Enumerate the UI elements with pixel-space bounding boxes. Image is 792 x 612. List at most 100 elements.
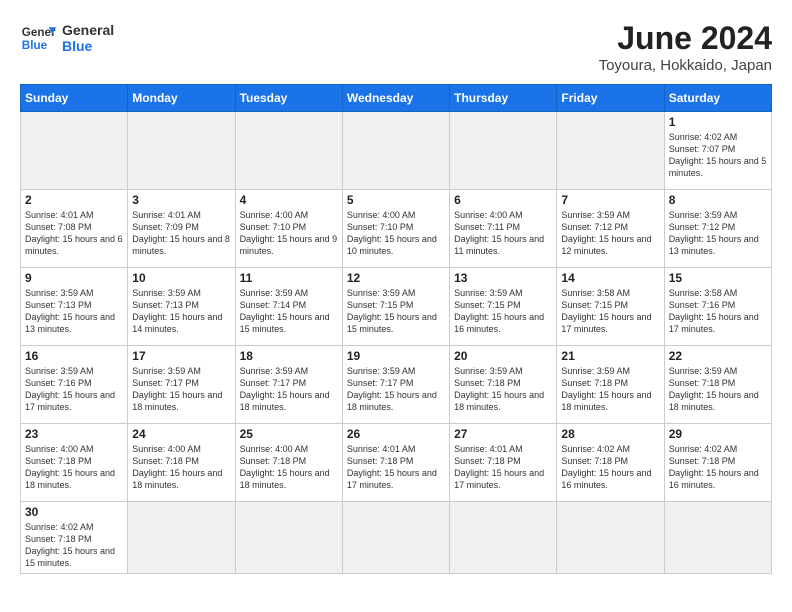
day-info: Sunrise: 4:02 AM Sunset: 7:07 PM Dayligh… (669, 131, 767, 180)
day-number: 1 (669, 115, 767, 129)
title-block: June 2024 Toyoura, Hokkaido, Japan (599, 20, 772, 74)
calendar-day-cell: 22 Sunrise: 3:59 AM Sunset: 7:18 PM Dayli… (664, 346, 771, 424)
calendar-day-cell: 8Sunrise: 3:59 AM Sunset: 7:12 PM Daylig… (664, 190, 771, 268)
calendar-day-cell: 9 Sunrise: 3:59 AM Sunset: 7:13 PM Daylig… (21, 268, 128, 346)
day-number: 27 (454, 427, 552, 441)
day-info: Sunrise: 3:59 AM Sunset: 7:16 PM Dayligh… (25, 365, 123, 414)
day-number: 2 (25, 193, 123, 207)
calendar-day-cell: 17 Sunrise: 3:59 AM Sunset: 7:17 PM Dayli… (128, 346, 235, 424)
calendar-day-cell (128, 112, 235, 190)
day-number: 21 (561, 349, 659, 363)
day-number: 12 (347, 271, 445, 285)
day-info: Sunrise: 4:01 AM Sunset: 7:18 PM Dayligh… (347, 443, 445, 492)
day-info: Sunrise: 4:01 AM Sunset: 7:18 PM Dayligh… (454, 443, 552, 492)
calendar-day-cell: 2 Sunrise: 4:01 AM Sunset: 7:08 PM Daylig… (21, 190, 128, 268)
day-number: 24 (132, 427, 230, 441)
calendar-day-cell: 5 Sunrise: 4:00 AM Sunset: 7:10 PM Daylig… (342, 190, 449, 268)
day-info: Sunrise: 4:00 AM Sunset: 7:10 PM Dayligh… (347, 209, 445, 258)
calendar-day-cell: 15 Sunrise: 3:58 AM Sunset: 7:16 PM Dayli… (664, 268, 771, 346)
calendar-day-cell (342, 502, 449, 574)
calendar-day-cell (557, 502, 664, 574)
calendar-day-cell (557, 112, 664, 190)
day-info: Sunrise: 4:00 AM Sunset: 7:10 PM Dayligh… (240, 209, 338, 258)
calendar-day-cell: 14 Sunrise: 3:58 AM Sunset: 7:15 PM Dayli… (557, 268, 664, 346)
calendar-day-cell: 4 Sunrise: 4:00 AM Sunset: 7:10 PM Daylig… (235, 190, 342, 268)
day-info: Sunrise: 4:02 AM Sunset: 7:18 PM Dayligh… (561, 443, 659, 492)
calendar-title: June 2024 (599, 20, 772, 57)
day-info: Sunrise: 3:59 AM Sunset: 7:17 PM Dayligh… (132, 365, 230, 414)
calendar-day-cell: 7Sunrise: 3:59 AM Sunset: 7:12 PM Daylig… (557, 190, 664, 268)
calendar-day-cell: 24Sunrise: 4:00 AM Sunset: 7:18 PM Dayli… (128, 424, 235, 502)
day-info: Sunrise: 3:59 AM Sunset: 7:13 PM Dayligh… (132, 287, 230, 336)
day-number: 20 (454, 349, 552, 363)
day-number: 19 (347, 349, 445, 363)
calendar-day-cell: 13 Sunrise: 3:59 AM Sunset: 7:15 PM Dayli… (450, 268, 557, 346)
day-info: Sunrise: 3:59 AM Sunset: 7:13 PM Dayligh… (25, 287, 123, 336)
day-info: Sunrise: 3:59 AM Sunset: 7:18 PM Dayligh… (561, 365, 659, 414)
day-number: 25 (240, 427, 338, 441)
calendar-day-cell: 29Sunrise: 4:02 AM Sunset: 7:18 PM Dayli… (664, 424, 771, 502)
calendar-day-cell (21, 112, 128, 190)
calendar-day-cell: 26Sunrise: 4:01 AM Sunset: 7:18 PM Dayli… (342, 424, 449, 502)
day-number: 29 (669, 427, 767, 441)
calendar-week-row: 16Sunrise: 3:59 AM Sunset: 7:16 PM Dayli… (21, 346, 772, 424)
day-number: 18 (240, 349, 338, 363)
day-of-week-header: Tuesday (235, 85, 342, 112)
day-info: Sunrise: 4:01 AM Sunset: 7:08 PM Dayligh… (25, 209, 123, 258)
calendar-day-cell (450, 112, 557, 190)
calendar-day-cell: 27 Sunrise: 4:01 AM Sunset: 7:18 PM Dayli… (450, 424, 557, 502)
calendar-day-cell (450, 502, 557, 574)
day-info: Sunrise: 3:59 AM Sunset: 7:15 PM Dayligh… (454, 287, 552, 336)
day-info: Sunrise: 4:02 AM Sunset: 7:18 PM Dayligh… (25, 521, 123, 570)
calendar-day-cell (664, 502, 771, 574)
day-info: Sunrise: 3:58 AM Sunset: 7:15 PM Dayligh… (561, 287, 659, 336)
day-number: 6 (454, 193, 552, 207)
logo-icon: General Blue (20, 20, 56, 56)
calendar-week-row: 23Sunrise: 4:00 AM Sunset: 7:18 PM Dayli… (21, 424, 772, 502)
day-number: 13 (454, 271, 552, 285)
svg-text:Blue: Blue (22, 39, 48, 52)
day-of-week-header: Monday (128, 85, 235, 112)
day-info: Sunrise: 3:59 AM Sunset: 7:12 PM Dayligh… (561, 209, 659, 258)
day-info: Sunrise: 4:00 AM Sunset: 7:11 PM Dayligh… (454, 209, 552, 258)
day-of-week-header: Sunday (21, 85, 128, 112)
day-info: Sunrise: 3:59 AM Sunset: 7:14 PM Dayligh… (240, 287, 338, 336)
day-info: Sunrise: 3:59 AM Sunset: 7:15 PM Dayligh… (347, 287, 445, 336)
calendar-day-cell (128, 502, 235, 574)
calendar-week-row: 30Sunrise: 4:02 AM Sunset: 7:18 PM Dayli… (21, 502, 772, 574)
calendar-day-cell (235, 112, 342, 190)
page-header: General Blue General Blue June 2024 Toyo… (20, 20, 772, 74)
day-number: 14 (561, 271, 659, 285)
day-info: Sunrise: 3:59 AM Sunset: 7:18 PM Dayligh… (454, 365, 552, 414)
calendar-day-cell: 3 Sunrise: 4:01 AM Sunset: 7:09 PM Daylig… (128, 190, 235, 268)
calendar-day-cell (342, 112, 449, 190)
logo: General Blue General Blue (20, 20, 114, 56)
day-number: 4 (240, 193, 338, 207)
day-number: 22 (669, 349, 767, 363)
day-info: Sunrise: 3:58 AM Sunset: 7:16 PM Dayligh… (669, 287, 767, 336)
logo-blue-text: Blue (62, 38, 114, 54)
calendar-table: SundayMondayTuesdayWednesdayThursdayFrid… (20, 84, 772, 574)
day-number: 5 (347, 193, 445, 207)
calendar-week-row: 9 Sunrise: 3:59 AM Sunset: 7:13 PM Daylig… (21, 268, 772, 346)
calendar-day-cell: 28 Sunrise: 4:02 AM Sunset: 7:18 PM Dayli… (557, 424, 664, 502)
calendar-week-row: 2 Sunrise: 4:01 AM Sunset: 7:08 PM Daylig… (21, 190, 772, 268)
calendar-day-cell: 1 Sunrise: 4:02 AM Sunset: 7:07 PM Daylig… (664, 112, 771, 190)
calendar-day-cell: 12 Sunrise: 3:59 AM Sunset: 7:15 PM Dayli… (342, 268, 449, 346)
calendar-day-cell: 11Sunrise: 3:59 AM Sunset: 7:14 PM Dayli… (235, 268, 342, 346)
calendar-day-cell: 16Sunrise: 3:59 AM Sunset: 7:16 PM Dayli… (21, 346, 128, 424)
day-info: Sunrise: 4:01 AM Sunset: 7:09 PM Dayligh… (132, 209, 230, 258)
logo-general-text: General (62, 22, 114, 38)
calendar-day-cell: 23Sunrise: 4:00 AM Sunset: 7:18 PM Dayli… (21, 424, 128, 502)
day-info: Sunrise: 3:59 AM Sunset: 7:18 PM Dayligh… (669, 365, 767, 414)
day-info: Sunrise: 4:00 AM Sunset: 7:18 PM Dayligh… (240, 443, 338, 492)
calendar-day-cell: 20 Sunrise: 3:59 AM Sunset: 7:18 PM Dayli… (450, 346, 557, 424)
day-number: 9 (25, 271, 123, 285)
day-number: 17 (132, 349, 230, 363)
day-number: 3 (132, 193, 230, 207)
day-number: 15 (669, 271, 767, 285)
day-number: 28 (561, 427, 659, 441)
day-of-week-header: Friday (557, 85, 664, 112)
calendar-day-cell: 25 Sunrise: 4:00 AM Sunset: 7:18 PM Dayli… (235, 424, 342, 502)
day-number: 8 (669, 193, 767, 207)
